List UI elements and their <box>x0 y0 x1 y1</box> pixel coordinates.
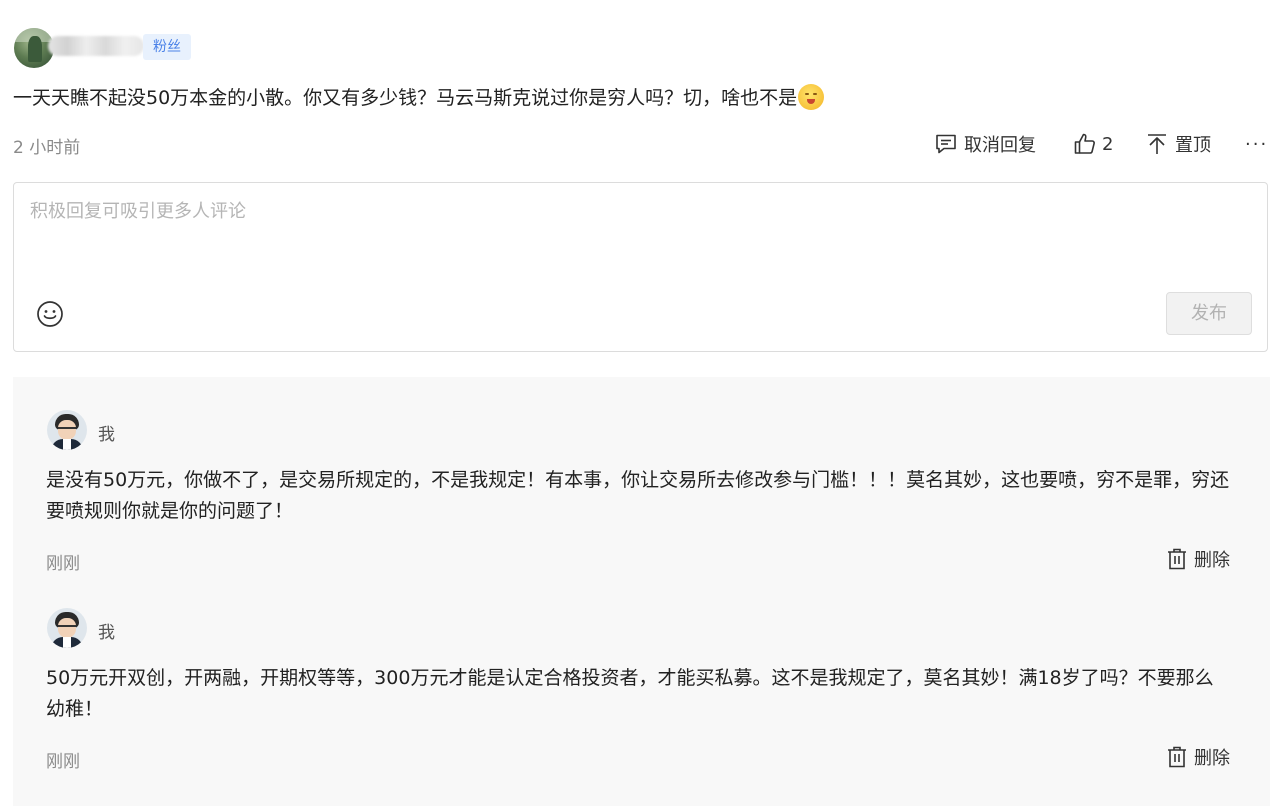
reply-author[interactable]: 我 <box>98 420 115 445</box>
reply-author[interactable]: 我 <box>98 618 115 643</box>
publish-button[interactable]: 发布 <box>1166 292 1252 335</box>
pin-label: 置顶 <box>1175 135 1211 156</box>
reply-text: 50万元开双创，开两融，开期权等等，300万元才能是认定合格投资者，才能买私募。… <box>46 667 1214 720</box>
cancel-reply-button[interactable]: 取消回复 <box>934 131 1036 157</box>
pin-button[interactable]: 置顶 <box>1146 131 1211 157</box>
fan-badge: 粉丝 <box>143 34 191 60</box>
delete-button[interactable]: 删除 <box>1166 744 1230 770</box>
delete-button[interactable]: 删除 <box>1166 546 1230 572</box>
smile-icon <box>37 301 63 327</box>
thumbs-up-icon <box>1074 133 1095 154</box>
reply-avatar[interactable] <box>47 410 87 450</box>
trash-icon <box>1168 548 1186 570</box>
like-button[interactable]: 2 <box>1073 131 1113 157</box>
like-count: 2 <box>1102 133 1114 155</box>
emoji-picker-button[interactable] <box>36 300 64 332</box>
reply-icon <box>936 134 956 154</box>
reply-placeholder: 积极回复可吸引更多人评论 <box>30 201 246 222</box>
pin-to-top-icon <box>1148 134 1166 154</box>
cancel-reply-label: 取消回复 <box>964 135 1036 156</box>
more-options-button[interactable]: ··· <box>1245 131 1268 157</box>
flushed-face-emoji-icon <box>798 84 825 110</box>
delete-label: 删除 <box>1194 550 1230 571</box>
more-icon: ··· <box>1245 133 1269 155</box>
reply-time: 刚刚 <box>46 554 80 574</box>
replies-panel <box>13 377 1270 806</box>
comment-time: 2 小时前 <box>13 138 81 158</box>
trash-icon <box>1168 746 1186 768</box>
reply-avatar[interactable] <box>47 608 87 648</box>
comment-thread: 粉丝 一天天瞧不起没50万本金的小散。你又有多少钱？马云马斯克说过你是穷人吗？切… <box>0 0 1280 806</box>
comment-text: 一天天瞧不起没50万本金的小散。你又有多少钱？马云马斯克说过你是穷人吗？切，啥也… <box>13 83 825 113</box>
delete-label: 删除 <box>1194 748 1230 769</box>
reply-time: 刚刚 <box>46 752 80 772</box>
reply-text: 是没有50万元，你做不了，是交易所规定的，不是我规定！有本事，你让交易所去修改参… <box>46 469 1230 522</box>
username-blurred[interactable] <box>48 36 144 56</box>
comment-text-content: 一天天瞧不起没50万本金的小散。你又有多少钱？马云马斯克说过你是穷人吗？切，啥也… <box>13 87 798 109</box>
